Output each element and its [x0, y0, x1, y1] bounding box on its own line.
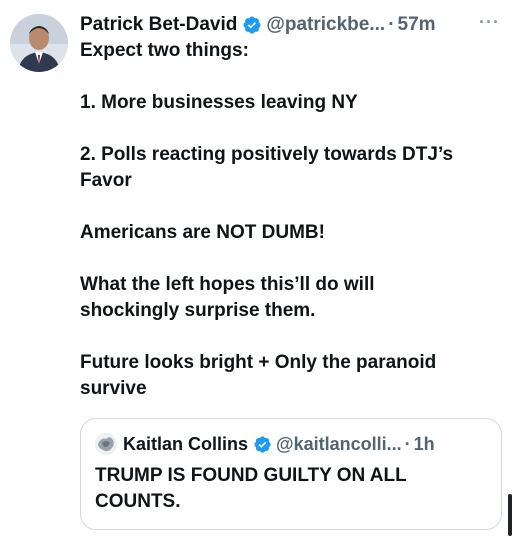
dot-separator: ·	[404, 433, 411, 454]
quoted-tweet-line: TRUMP IS FOUND GUILTY ON ALL	[95, 465, 407, 486]
more-options-icon[interactable]: ···	[479, 12, 500, 33]
quoted-tweet-header: Kaitlan Collins @kaitlancolli... · 1h	[95, 433, 491, 455]
tweet-line: survive	[80, 378, 147, 399]
tweet-line: Expect two things:	[80, 40, 249, 61]
quoted-tweet-line: COUNTS.	[95, 491, 181, 512]
verified-badge-icon	[254, 435, 271, 453]
author-handle[interactable]: @patrickbe...	[266, 14, 385, 36]
verified-badge-icon	[243, 16, 261, 34]
tweet-text: Expect two things: 1. More businesses le…	[80, 38, 490, 402]
quoted-author-name[interactable]: Kaitlan Collins	[123, 434, 248, 455]
avatar-image	[10, 14, 68, 72]
tweet-line: 2. Polls reacting positively towards DTJ…	[80, 144, 454, 165]
tweet-line: shockingly surprise them.	[80, 300, 316, 321]
quoted-timestamp[interactable]: 1h	[414, 434, 435, 455]
timestamp[interactable]: 57m	[398, 14, 436, 36]
avatar[interactable]	[10, 14, 68, 72]
tweet-line: What the left hopes this’ll do will	[80, 274, 375, 295]
author-name[interactable]: Patrick Bet-David	[80, 14, 237, 36]
quoted-avatar-image	[95, 433, 117, 455]
quoted-author-handle[interactable]: @kaitlancolli...	[276, 434, 402, 455]
tweet-line: Favor	[80, 170, 132, 191]
quoted-tweet[interactable]: Kaitlan Collins @kaitlancolli... · 1h TR…	[80, 418, 502, 530]
scrollbar-thumb[interactable]	[508, 494, 512, 536]
dot-separator: ·	[388, 14, 395, 35]
quoted-avatar[interactable]	[95, 433, 117, 455]
tweet-line: Americans are NOT DUMB!	[80, 222, 325, 243]
quoted-tweet-text: TRUMP IS FOUND GUILTY ON ALL COUNTS.	[95, 463, 455, 515]
tweet-header: Patrick Bet-David @patrickbe... · 57m ··…	[80, 10, 504, 40]
tweet-line: 1. More businesses leaving NY	[80, 92, 358, 113]
tweet-line: Future looks bright + Only the paranoid	[80, 352, 437, 373]
